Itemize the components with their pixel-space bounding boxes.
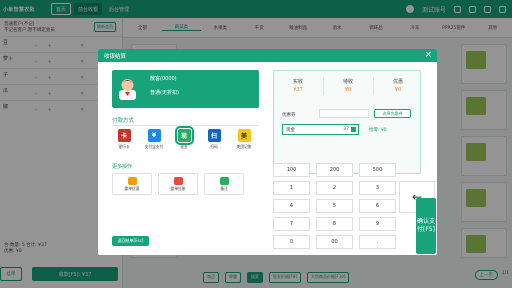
pay-method-label: 扫码	[210, 144, 218, 149]
whole-discount-button[interactable]: 整单优惠	[112, 173, 152, 195]
checkout-dialog: 收银结算 × 散客(0000) 普通(无折扣) 付款方式 组合支付 卡 银行卡 …	[98, 49, 437, 255]
pay-method-cash[interactable]: 现 现金	[172, 126, 196, 153]
receivable-col: 实收 ¥37	[274, 78, 322, 93]
cash-input-value: 37	[343, 127, 349, 132]
note-button[interactable]: 备注	[204, 173, 244, 195]
key-3[interactable]: 3	[359, 181, 396, 195]
scan-icon: 扫	[207, 129, 221, 142]
note-icon	[219, 176, 229, 185]
discount-icon	[127, 176, 137, 185]
receivable-label: 实收	[292, 79, 303, 85]
member-card: 散客(0000) 普通(无折扣)	[112, 70, 259, 108]
payment-summary: 实收 ¥37 待收 ¥0 优惠 ¥0 优惠券 选择优惠券 现金 37 找零: ¥…	[273, 70, 421, 174]
pay-method-label: 银行卡	[118, 144, 130, 149]
coupon-label: 优惠券	[282, 113, 296, 118]
change-amount: 找零: ¥0	[369, 128, 387, 133]
key-6[interactable]: 6	[359, 199, 396, 213]
key-100[interactable]: 100	[273, 163, 310, 177]
discount-value: ¥0	[394, 87, 402, 93]
pending-label: 待收	[342, 79, 353, 85]
member-avatar-icon	[119, 79, 136, 100]
cash-input[interactable]: 现金 37	[282, 124, 359, 135]
key-7[interactable]: 7	[273, 217, 310, 231]
close-icon[interactable]: ×	[424, 50, 432, 61]
pay-method-bank-card[interactable]: 卡 银行卡	[112, 129, 136, 153]
pending-value: ¥0	[344, 87, 352, 93]
more-op-label: 整单优惠	[124, 185, 140, 191]
pay-method-label: 现金	[180, 144, 188, 149]
return-order-button[interactable]: 返回结单[Esc]	[112, 236, 149, 246]
key-00[interactable]: 00	[316, 235, 353, 249]
alipay-icon: ¥	[147, 129, 161, 142]
cash-input-cursor	[351, 127, 356, 132]
key-9[interactable]: 9	[359, 217, 396, 231]
dialog-header: 收银结算 ×	[98, 49, 437, 62]
key-dot[interactable]: .	[359, 235, 396, 249]
cash-input-label: 现金	[286, 128, 295, 133]
meituan-icon: 美	[237, 129, 251, 142]
key-200[interactable]: 200	[316, 163, 353, 177]
whole-credit-button[interactable]: 整单挂账	[158, 173, 198, 195]
discount-col: 优惠 ¥0	[374, 78, 422, 93]
pay-method-alipay[interactable]: ¥ 支付宝支付	[142, 129, 166, 153]
confirm-payment-button[interactable]: 确认支付[F5]	[416, 198, 436, 254]
more-ops: 整单优惠 整单挂账 备注	[112, 173, 244, 195]
member-level: 普通(无折扣)	[150, 90, 179, 96]
more-op-label: 备注	[220, 185, 228, 191]
pending-col: 待收 ¥0	[324, 78, 372, 93]
discount-label: 优惠	[392, 79, 403, 85]
key-5[interactable]: 5	[316, 199, 353, 213]
payment-method-title: 付款方式	[112, 118, 135, 124]
member-name: 散客(0000)	[150, 76, 177, 82]
key-4[interactable]: 4	[273, 199, 310, 213]
key-2[interactable]: 2	[316, 181, 353, 195]
pay-method-meituan[interactable]: 美 美团记账	[232, 129, 256, 153]
pay-method-label: 支付宝支付	[144, 144, 164, 149]
select-coupon-button[interactable]: 选择优惠券	[374, 109, 411, 118]
pay-method-label: 美团记账	[236, 144, 252, 149]
coupon-input[interactable]	[319, 109, 369, 118]
key-500[interactable]: 500	[359, 163, 396, 177]
key-1[interactable]: 1	[273, 181, 310, 195]
dialog-title: 收银结算	[104, 53, 127, 60]
pay-method-scan[interactable]: 扫 扫码	[202, 129, 226, 153]
more-op-label: 整单挂账	[170, 185, 186, 191]
key-0[interactable]: 0	[273, 235, 310, 249]
more-ops-title: 更多操作	[112, 164, 133, 170]
credit-icon	[173, 176, 183, 185]
section-divider	[112, 125, 259, 126]
key-8[interactable]: 8	[316, 217, 353, 231]
bank-card-icon: 卡	[117, 129, 131, 142]
cash-icon: 现	[174, 126, 194, 145]
payment-methods: 卡 银行卡 ¥ 支付宝支付 现 现金 扫 扫码 美 美团记账	[112, 126, 256, 153]
receivable-value: ¥37	[293, 87, 303, 93]
